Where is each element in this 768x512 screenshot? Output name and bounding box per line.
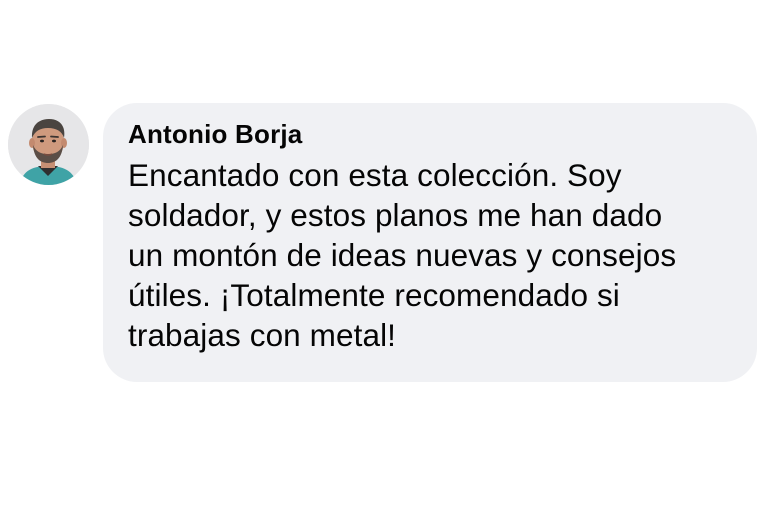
comment-bubble: Antonio Borja Encantado con esta colecci… (103, 103, 757, 382)
comment-author-name[interactable]: Antonio Borja (128, 119, 737, 149)
avatar[interactable] (8, 104, 89, 185)
comment-text-line: un montón de ideas nuevas y consejos (128, 237, 677, 273)
comment-text-line: trabajas con metal! (128, 317, 397, 353)
comment-text-line: Encantado con esta colección. Soy (128, 157, 622, 193)
avatar-portrait-icon (8, 104, 89, 185)
comment-text: Encantado con esta colección. Soy soldad… (128, 155, 737, 355)
comment-text-line: soldador, y estos planos me han dado (128, 197, 663, 233)
comment-text-line: útiles. ¡Totalmente recomendado si (128, 277, 620, 313)
comment-canvas: Antonio Borja Encantado con esta colecci… (0, 0, 768, 512)
